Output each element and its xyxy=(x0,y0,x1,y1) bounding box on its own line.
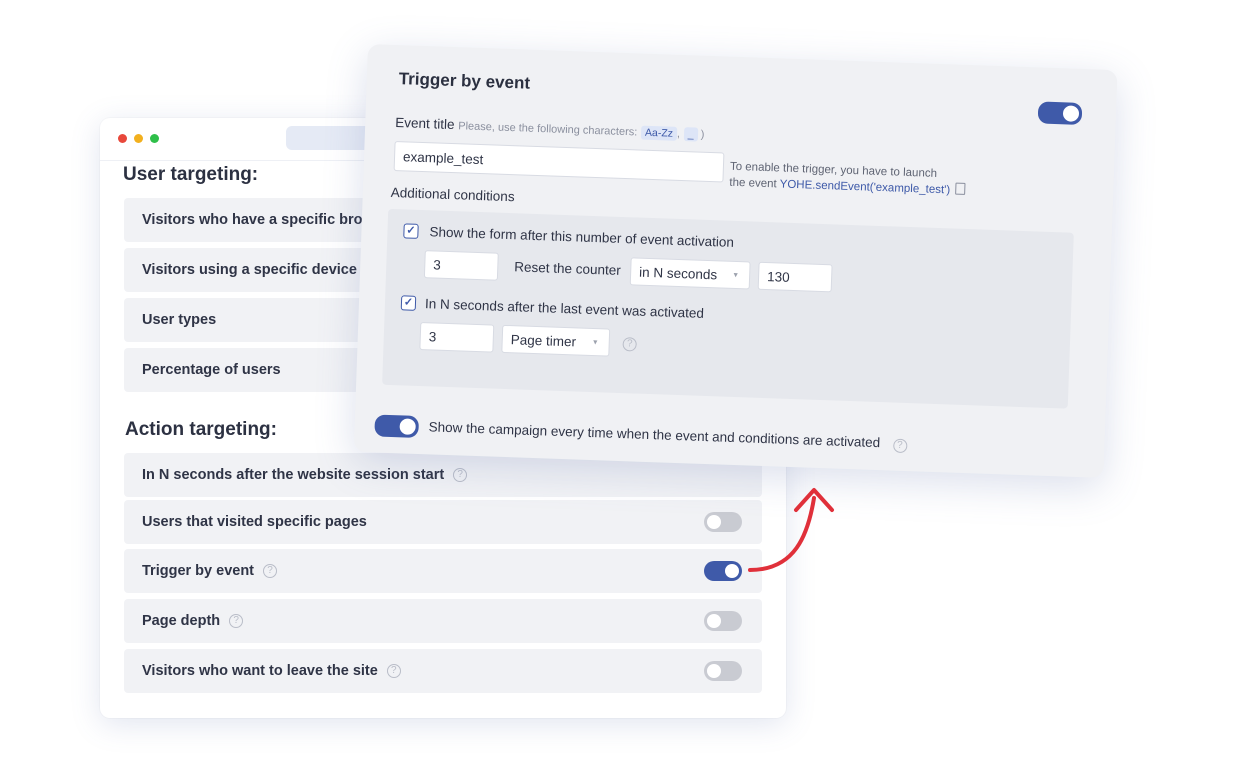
event-code: YOHE.sendEvent('example_test') xyxy=(779,178,951,197)
help-icon[interactable]: ? xyxy=(263,564,278,578)
enable-note: To enable the trigger, you have to launc… xyxy=(729,160,966,199)
visited-pages-toggle[interactable] xyxy=(704,512,742,532)
action-targeting-title: Action targeting: xyxy=(125,419,277,440)
item-label: Percentage of users xyxy=(142,362,281,378)
page-timer-select[interactable]: Page timer ▼ xyxy=(501,324,611,357)
campaign-every-time-label: Show the campaign every time when the ev… xyxy=(428,419,881,451)
maximize-dot[interactable] xyxy=(150,134,159,143)
condition2-label: In N seconds after the last event was ac… xyxy=(424,296,705,321)
campaign-every-time-row: Show the campaign every time when the ev… xyxy=(428,419,908,454)
underscore-chip: _ xyxy=(683,127,698,142)
trigger-by-event-panel: Trigger by event Event title Please, use… xyxy=(353,44,1118,478)
reset-counter-select[interactable]: in N seconds ▼ xyxy=(629,257,751,290)
event-title-label: Event title xyxy=(395,115,455,133)
item-label: User types xyxy=(142,312,217,328)
help-icon[interactable]: ? xyxy=(622,337,637,352)
enable-note-prefix: the event xyxy=(729,176,777,191)
campaign-every-time-toggle[interactable] xyxy=(374,414,420,438)
pointer-arrow xyxy=(748,488,834,572)
trigger-by-event-toggle[interactable] xyxy=(704,561,742,581)
trigger-enable-toggle[interactable] xyxy=(1037,101,1083,125)
seconds-input[interactable]: 3 xyxy=(419,321,495,353)
reset-counter-label: Reset the counter xyxy=(514,259,622,278)
help-icon[interactable]: ? xyxy=(453,468,468,482)
action-item-exit-intent[interactable]: Visitors who want to leave the site ? xyxy=(124,649,762,693)
exit-intent-toggle[interactable] xyxy=(704,661,742,681)
action-item-trigger-by-event[interactable]: Trigger by event ? xyxy=(124,549,762,593)
additional-conditions-label: Additional conditions xyxy=(390,184,515,205)
item-label: In N seconds after the website session s… xyxy=(142,467,445,483)
item-label: Page depth xyxy=(142,613,221,629)
chevron-down-icon: ▼ xyxy=(732,272,740,280)
event-title-input[interactable]: example_test xyxy=(393,140,725,183)
item-label: Trigger by event xyxy=(142,563,255,579)
page-depth-toggle[interactable] xyxy=(704,611,742,631)
item-label: Users that visited specific pages xyxy=(142,514,367,530)
item-label: Visitors who have a specific brows xyxy=(142,212,382,228)
chevron-down-icon: ▼ xyxy=(591,339,599,347)
event-title-label-row: Event title Please, use the following ch… xyxy=(395,115,705,142)
window-controls xyxy=(118,134,159,143)
help-icon[interactable]: ? xyxy=(892,438,908,454)
copy-icon[interactable] xyxy=(955,182,966,195)
action-item-visited-pages[interactable]: Users that visited specific pages xyxy=(124,500,762,544)
panel-title: Trigger by event xyxy=(398,69,531,93)
user-targeting-title: User targeting: xyxy=(123,164,259,185)
condition1-checkbox[interactable]: ✓ xyxy=(403,223,419,239)
allowed-chars-chip: Aa-Zz xyxy=(640,125,678,141)
close-dot[interactable] xyxy=(118,134,127,143)
item-label: Visitors who want to leave the site xyxy=(142,663,378,679)
event-title-hint: Please, use the following characters: xyxy=(458,120,638,139)
reset-counter-select-value: in N seconds xyxy=(638,264,718,282)
page-timer-select-value: Page timer xyxy=(510,331,577,349)
reset-seconds-input[interactable]: 130 xyxy=(757,261,833,293)
minimize-dot[interactable] xyxy=(134,134,143,143)
event-count-input[interactable]: 3 xyxy=(423,250,499,281)
condition1-label: Show the form after this number of event… xyxy=(429,224,735,250)
action-item-page-depth[interactable]: Page depth ? xyxy=(124,599,762,643)
help-icon[interactable]: ? xyxy=(386,664,401,678)
conditions-box: ✓ Show the form after this number of eve… xyxy=(382,208,1074,409)
help-icon[interactable]: ? xyxy=(229,614,244,628)
condition2-checkbox[interactable]: ✓ xyxy=(400,295,417,311)
item-label: Visitors using a specific device xyxy=(142,262,357,278)
